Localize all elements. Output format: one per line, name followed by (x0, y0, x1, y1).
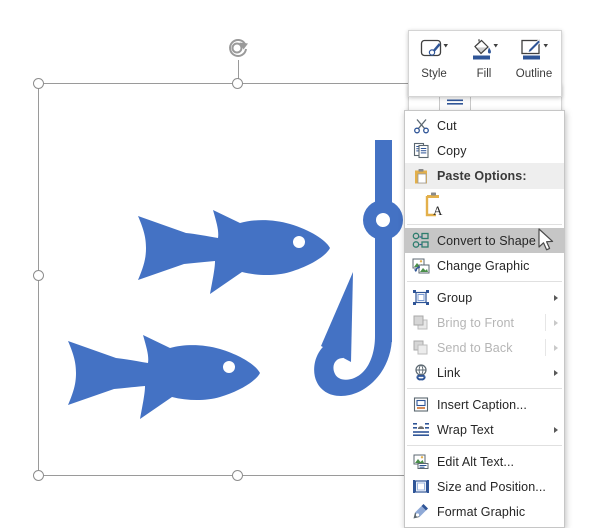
mouse-cursor (538, 228, 556, 259)
menu-item-cut[interactable]: Cut (405, 113, 564, 138)
selection-border-bottom-left (38, 475, 238, 476)
menu-separator-3 (407, 388, 562, 389)
edit-alt-text-icon (405, 449, 437, 474)
format-graphic-icon (405, 499, 437, 524)
submenu-arrow-icon (554, 426, 558, 433)
submenu-arrow-icon (554, 344, 558, 351)
fish-top[interactable] (118, 198, 338, 313)
menu-item-bring-to-front-label: Bring to Front (437, 315, 515, 330)
menu-separator-2 (407, 281, 562, 282)
selection-border-left-lower (38, 275, 39, 475)
outline-pencil-icon (519, 37, 549, 63)
fishing-hook[interactable] (313, 140, 403, 410)
selection-border-left-upper (38, 83, 39, 275)
menu-item-divider (545, 339, 546, 356)
menu-item-copy[interactable]: Copy (405, 138, 564, 163)
menu-item-edit-alt-text[interactable]: Edit Alt Text... (405, 449, 564, 474)
group-icon (405, 285, 437, 310)
rotate-icon[interactable] (225, 35, 251, 61)
style-button[interactable]: Style (409, 31, 459, 94)
fill-button-label: Fill (476, 68, 492, 80)
menu-item-group-label: Group (437, 290, 473, 305)
menu-item-format-graphic-label: Format Graphic (437, 504, 526, 519)
submenu-arrow-icon (554, 319, 558, 326)
paste-options-gallery[interactable]: A (405, 189, 564, 221)
menu-item-size-and-position[interactable]: Size and Position... (405, 474, 564, 499)
menu-item-send-to-back-label: Send to Back (437, 340, 513, 355)
menu-separator-1 (407, 224, 562, 225)
selection-border-bottom-right (238, 475, 410, 476)
menu-item-copy-label: Copy (437, 143, 467, 158)
resize-handle-bottom-left[interactable] (33, 470, 44, 481)
outline-button[interactable]: Outline (509, 31, 559, 94)
svg-text:A: A (433, 203, 443, 218)
shape-style-icon (419, 37, 449, 63)
menu-item-send-to-back: Send to Back (405, 335, 564, 360)
send-to-back-icon (405, 335, 437, 360)
resize-handle-middle-left[interactable] (33, 270, 44, 281)
menu-item-link-label: Link (437, 365, 461, 380)
clipboard-icon (405, 164, 437, 189)
resize-handle-top-left[interactable] (33, 78, 44, 89)
menu-item-insert-caption-label: Insert Caption... (437, 397, 527, 412)
copy-icon (405, 138, 437, 163)
link-icon (405, 360, 437, 385)
menu-item-wrap-text[interactable]: Wrap Text (405, 417, 564, 442)
menu-item-paste-options-label: Paste Options: (437, 169, 527, 183)
insert-caption-icon (405, 392, 437, 417)
outline-button-label: Outline (515, 68, 553, 80)
menu-item-convert-to-shape-label: Convert to Shape (437, 233, 536, 248)
fish-bottom[interactable] (48, 323, 268, 438)
bring-to-front-icon (405, 310, 437, 335)
selection-border-top-left (38, 83, 238, 84)
menu-item-wrap-text-label: Wrap Text (437, 422, 494, 437)
wrap-text-icon (405, 417, 437, 442)
menu-item-edit-alt-text-label: Edit Alt Text... (437, 454, 515, 469)
menu-separator-4 (407, 445, 562, 446)
menu-item-group[interactable]: Group (405, 285, 564, 310)
style-button-label: Style (421, 68, 447, 80)
fill-bucket-icon (469, 37, 499, 63)
menu-item-divider (545, 314, 546, 331)
menu-item-change-graphic-label: Change Graphic (437, 258, 530, 273)
menu-item-size-and-position-label: Size and Position... (437, 479, 547, 494)
resize-handle-bottom-center[interactable] (232, 470, 243, 481)
menu-item-link[interactable]: Link (405, 360, 564, 385)
menu-item-insert-caption[interactable]: Insert Caption... (405, 392, 564, 417)
resize-handle-top-center[interactable] (232, 78, 243, 89)
menu-item-paste-options: Paste Options: (405, 163, 564, 189)
mini-toolbar[interactable]: Style Fill Outline (408, 30, 562, 97)
convert-to-shape-icon (405, 228, 437, 253)
fill-button[interactable]: Fill (459, 31, 509, 94)
selection-border-top-right (238, 83, 410, 84)
size-and-position-icon (405, 474, 437, 499)
submenu-arrow-icon (554, 369, 558, 376)
paste-keep-text-only-icon[interactable]: A (405, 192, 467, 218)
submenu-arrow-icon (554, 294, 558, 301)
menu-item-format-graphic[interactable]: Format Graphic (405, 499, 564, 524)
context-menu[interactable]: Cut Copy Paste Options: A Convert to Sha… (404, 110, 565, 528)
scissors-icon (405, 113, 437, 138)
menu-item-bring-to-front: Bring to Front (405, 310, 564, 335)
menu-item-cut-label: Cut (437, 118, 457, 133)
change-graphic-icon (405, 253, 437, 278)
